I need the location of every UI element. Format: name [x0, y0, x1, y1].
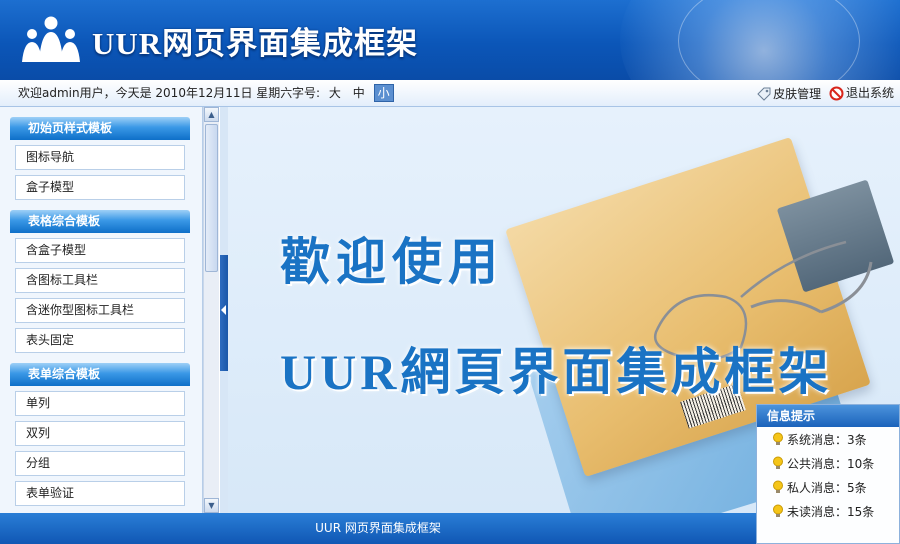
collapse-sidebar-button[interactable] — [220, 255, 228, 371]
sidebar-item-grouped[interactable]: 分组 — [15, 451, 185, 476]
sidebar-item-fixed-header[interactable]: 表头固定 — [15, 328, 185, 353]
sidebar-item-with-box-model[interactable]: 含盒子模型 — [15, 238, 185, 263]
info-item-text: 公共消息：10条 — [787, 456, 875, 471]
lightbulb-icon — [773, 504, 783, 517]
skin-manage-link[interactable]: 皮肤管理 — [757, 81, 821, 107]
sidebar-item-single-column[interactable]: 单列 — [15, 391, 185, 416]
toolbar-actions: 皮肤管理 退出系统 — [753, 80, 894, 110]
sidebar-item-box-model[interactable]: 盒子模型 — [15, 175, 185, 200]
sidebar: 初始页样式模板 图标导航 盒子模型 表格综合模板 含盒子模型 含图标工具栏 含迷… — [0, 107, 203, 513]
info-item-text: 系统消息：3条 — [787, 432, 867, 447]
scroll-up-arrow-icon[interactable]: ▲ — [204, 107, 219, 122]
info-item-private[interactable]: 私人消息：5条 — [757, 475, 899, 499]
people-logo-icon — [22, 16, 80, 62]
info-item-text: 未读消息：15条 — [787, 504, 875, 519]
sidebar-item-with-icon-toolbar[interactable]: 含图标工具栏 — [15, 268, 185, 293]
app-title: UUR网页界面集成框架 — [92, 26, 419, 61]
info-panel: 信息提示 系统消息：3条 公共消息：10条 私人消息：5条 未读消息：15条 — [756, 404, 900, 544]
font-size-switcher: 字号: 大 中 小 — [292, 80, 394, 106]
info-item-text: 私人消息：5条 — [787, 480, 867, 495]
sidebar-item-icon-nav[interactable]: 图标导航 — [15, 145, 185, 170]
sidebar-splitter — [220, 107, 228, 513]
info-item-public[interactable]: 公共消息：10条 — [757, 451, 899, 475]
lightbulb-icon — [773, 456, 783, 469]
sidebar-group-form[interactable]: 表单综合模板 — [10, 363, 190, 386]
sidebar-scrollbar[interactable]: ▲ ▼ — [203, 107, 219, 513]
sidebar-item-double-column[interactable]: 双列 — [15, 421, 185, 446]
sidebar-group-initial-page[interactable]: 初始页样式模板 — [10, 117, 190, 140]
scrollbar-thumb[interactable] — [205, 124, 218, 272]
info-item-system[interactable]: 系统消息：3条 — [757, 427, 899, 451]
header-banner: UUR网页界面集成框架 — [0, 0, 900, 80]
font-size-label: 字号: — [292, 86, 321, 100]
logout-label: 退出系统 — [845, 86, 894, 100]
font-size-large[interactable]: 大 — [326, 80, 344, 106]
welcome-heading: 歡迎使用 — [280, 234, 504, 290]
lightbulb-icon — [773, 432, 783, 445]
font-size-small[interactable]: 小 — [373, 84, 394, 102]
sidebar-item-form-validation[interactable]: 表单验证 — [15, 481, 185, 506]
forbidden-icon — [829, 86, 844, 100]
sidebar-group-table[interactable]: 表格综合模板 — [10, 210, 190, 233]
font-size-medium[interactable]: 中 — [350, 80, 368, 106]
sidebar-item-with-mini-toolbar[interactable]: 含迷你型图标工具栏 — [15, 298, 185, 323]
globe-ring-decoration — [678, 0, 860, 80]
skin-manage-label: 皮肤管理 — [773, 86, 822, 101]
chevron-left-icon — [221, 305, 226, 315]
tag-icon — [757, 87, 771, 101]
info-panel-title: 信息提示 — [757, 405, 899, 427]
welcome-subheading: UUR網頁界面集成框架 — [280, 344, 833, 400]
welcome-text: 欢迎admin用户，今天是 2010年12月11日 星期六 — [18, 86, 293, 100]
lightbulb-icon — [773, 480, 783, 493]
top-toolbar: 欢迎admin用户，今天是 2010年12月11日 星期六 字号: 大 中 小 … — [0, 80, 900, 107]
footer: UUR 网页界面集成框架 — [0, 513, 756, 544]
scroll-down-arrow-icon[interactable]: ▼ — [204, 498, 219, 513]
logout-link[interactable]: 退出系统 — [829, 80, 894, 106]
info-item-unread[interactable]: 未读消息：15条 — [757, 499, 899, 523]
